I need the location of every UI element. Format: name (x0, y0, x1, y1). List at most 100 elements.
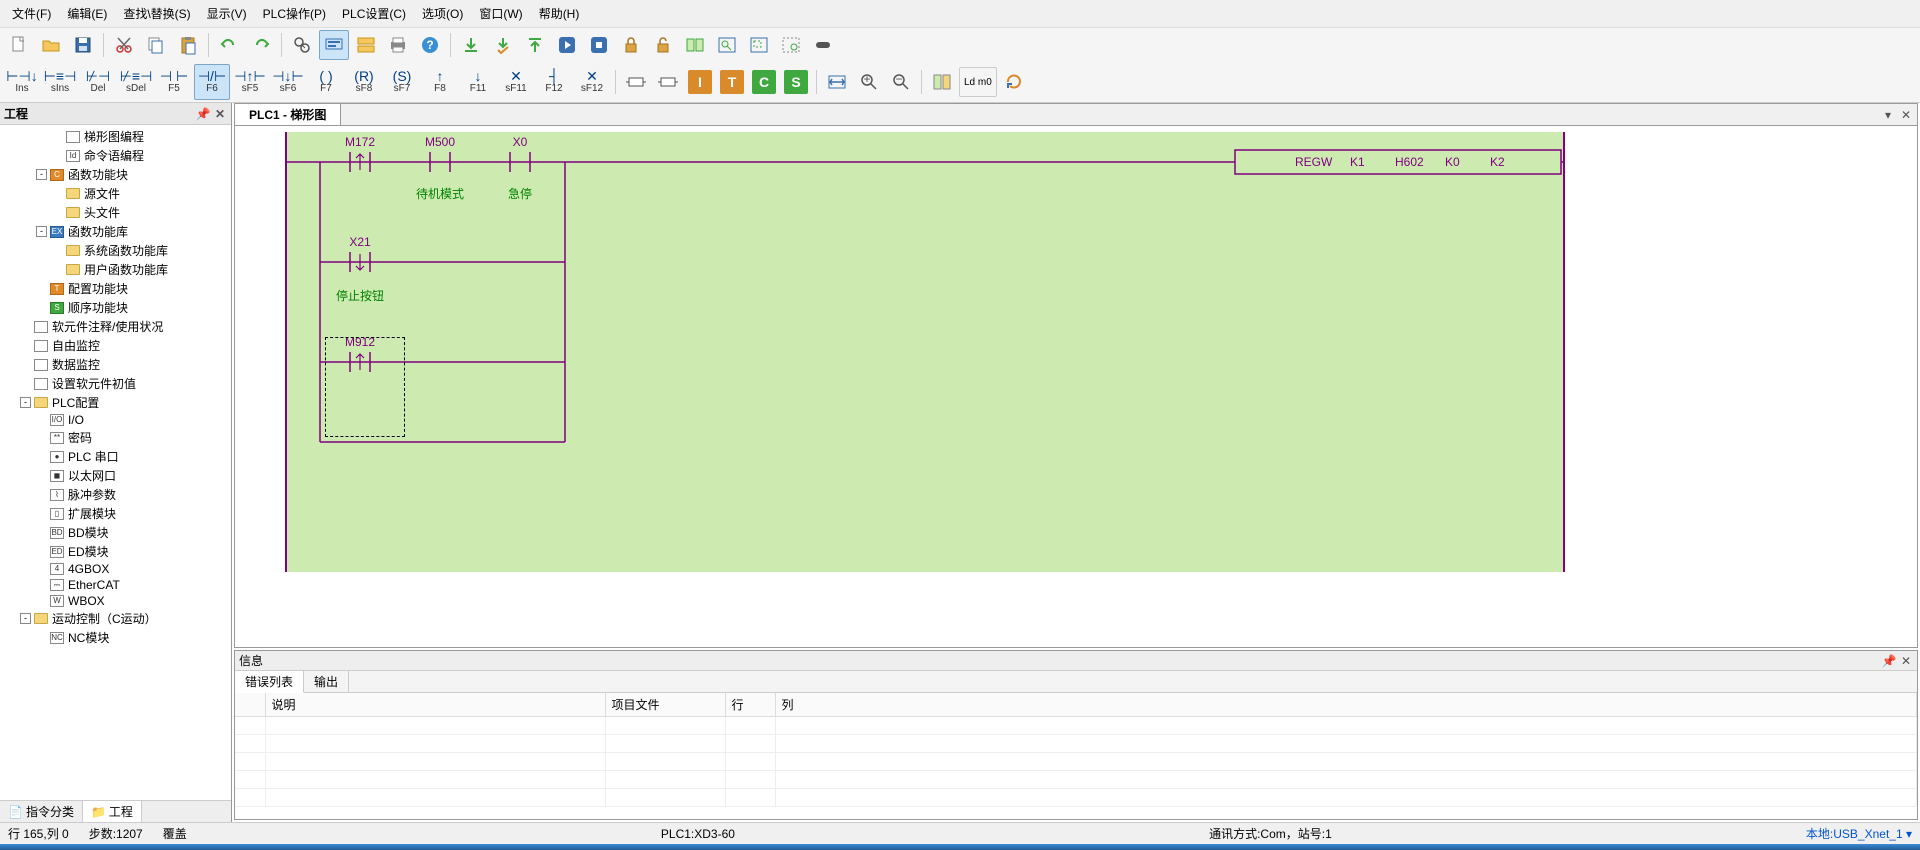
menu-help[interactable]: 帮助(H) (531, 2, 588, 25)
status-local[interactable]: 本地:USB_Xnet_1 ▾ (1806, 825, 1912, 842)
zoom-window-button[interactable] (712, 30, 742, 60)
tree-node-密码[interactable]: **密码 (0, 428, 231, 447)
tree-node-EtherCAT[interactable]: ⎓EtherCAT (0, 577, 231, 593)
menu-view[interactable]: 显示(V) (199, 2, 255, 25)
panel-pin-icon[interactable]: 📌 (196, 107, 210, 121)
tree-node-运动控制（C运动）[interactable]: -运动控制（C运动） (0, 609, 231, 628)
zoom-region-button[interactable] (744, 30, 774, 60)
menu-find[interactable]: 查找\替换(S) (115, 2, 198, 25)
editor-tab-plc1[interactable]: PLC1 - 梯形图 (235, 104, 341, 125)
info-close-icon[interactable]: ✕ (1899, 654, 1913, 668)
editor-close-icon[interactable]: ✕ (1899, 108, 1913, 122)
ladder-btn-sins[interactable]: ⊢≡⊣sIns (42, 64, 78, 100)
ladder-area[interactable]: 757 (235, 126, 1917, 647)
tree-node-PLC配置[interactable]: -PLC配置 (0, 393, 231, 412)
tree-node-梯形图编程[interactable]: 梯形图编程 (0, 127, 231, 146)
tree-node-ED模块[interactable]: EDED模块 (0, 542, 231, 561)
tree-node-BD模块[interactable]: BDBD模块 (0, 523, 231, 542)
ladder-btn-f5[interactable]: ⊣ ⊢F5 (156, 64, 192, 100)
tree-node-源文件[interactable]: 源文件 (0, 184, 231, 203)
ld-label[interactable]: Ld m0 (959, 67, 997, 97)
tree-node-函数功能库[interactable]: -EX函数功能库 (0, 222, 231, 241)
editor-dropdown-icon[interactable]: ▾ (1881, 108, 1895, 122)
menu-plc-op[interactable]: PLC操作(P) (255, 2, 334, 25)
download-check-button[interactable] (488, 30, 518, 60)
monitor-button[interactable] (319, 30, 349, 60)
tree-toggle[interactable]: - (20, 397, 31, 408)
ladder-btn-sf6[interactable]: ⊣↓⊢sF6 (270, 64, 306, 100)
tile-s[interactable]: S (781, 67, 811, 97)
lock-button[interactable] (616, 30, 646, 60)
tile-i[interactable]: I (685, 67, 715, 97)
panel-close-icon[interactable]: ✕ (213, 107, 227, 121)
open-button[interactable] (36, 30, 66, 60)
menu-file[interactable]: 文件(F) (4, 2, 59, 25)
stop-button[interactable] (584, 30, 614, 60)
menu-plc-set[interactable]: PLC设置(C) (334, 2, 414, 25)
tree-node-设置软元件初值[interactable]: 设置软元件初值 (0, 374, 231, 393)
tab-output[interactable]: 输出 (304, 671, 349, 692)
tree-node-4GBOX[interactable]: 44GBOX (0, 561, 231, 577)
ladder-diagram[interactable]: M172 M500 (285, 132, 1565, 572)
ladder-btn-del[interactable]: ⊬⊣Del (80, 64, 116, 100)
tab-project[interactable]: 📁工程 (83, 801, 142, 822)
ladder-btn-sf8[interactable]: (R)sF8 (346, 64, 382, 100)
transfer-button[interactable] (351, 30, 381, 60)
menu-options[interactable]: 选项(O) (414, 2, 471, 25)
print-button[interactable] (383, 30, 413, 60)
ladder-btn-f8[interactable]: ↑F8 (422, 64, 458, 100)
ladder-view-button[interactable] (927, 67, 957, 97)
tree-node-脉冲参数[interactable]: ⌇脉冲参数 (0, 485, 231, 504)
tree-node-PLC 串口[interactable]: ●PLC 串口 (0, 447, 231, 466)
tree-toggle[interactable]: - (36, 169, 47, 180)
upload-button[interactable] (520, 30, 550, 60)
block2-button[interactable] (653, 67, 683, 97)
tree-toggle[interactable]: - (36, 226, 47, 237)
ladder-btn-sdel[interactable]: ⊬≡⊣sDel (118, 64, 154, 100)
zoom-out-button[interactable]: − (886, 67, 916, 97)
refresh-button[interactable] (999, 67, 1029, 97)
tree-node-WBOX[interactable]: WWBOX (0, 593, 231, 609)
tree-node-自由监控[interactable]: 自由监控 (0, 336, 231, 355)
project-tree[interactable]: 梯形图编程Id命令语编程-C函数功能块源文件头文件-EX函数功能库系统函数功能库… (0, 125, 231, 800)
zoom-in-button[interactable]: + (854, 67, 884, 97)
ladder-btn-sf7[interactable]: (S)sF7 (384, 64, 420, 100)
tree-node-以太网口[interactable]: ◼以太网口 (0, 466, 231, 485)
ladder-btn-f11[interactable]: ↓F11 (460, 64, 496, 100)
run-button[interactable] (552, 30, 582, 60)
ladder-btn-sf11[interactable]: ✕sF11 (498, 64, 534, 100)
unlock-button[interactable] (648, 30, 678, 60)
tree-node-软元件注释/使用状况[interactable]: 软元件注释/使用状况 (0, 317, 231, 336)
paste-button[interactable] (173, 30, 203, 60)
ladder-btn-ins[interactable]: ⊢⊣↓Ins (4, 64, 40, 100)
menu-edit[interactable]: 编辑(E) (59, 2, 115, 25)
tile-c[interactable]: C (749, 67, 779, 97)
cut-button[interactable] (109, 30, 139, 60)
ladder-btn-f6[interactable]: ⊣/⊢F6 (194, 64, 230, 100)
ladder-btn-sf12[interactable]: ✕sF12 (574, 64, 610, 100)
tab-error-list[interactable]: 错误列表 (235, 671, 304, 693)
terminal-button[interactable] (808, 30, 838, 60)
tab-instruction-category[interactable]: 📄指令分类 (0, 801, 83, 822)
tile-t[interactable]: T (717, 67, 747, 97)
copy-button[interactable] (141, 30, 171, 60)
tree-node-配置功能块[interactable]: T配置功能块 (0, 279, 231, 298)
save-button[interactable] (68, 30, 98, 60)
block1-button[interactable] (621, 67, 651, 97)
ladder-btn-f7[interactable]: ( )F7 (308, 64, 344, 100)
tree-node-NC模块[interactable]: NCNC模块 (0, 628, 231, 647)
fit-width-button[interactable] (822, 67, 852, 97)
compare-button[interactable] (680, 30, 710, 60)
tree-node-命令语编程[interactable]: Id命令语编程 (0, 146, 231, 165)
ladder-btn-sf5[interactable]: ⊣↑⊢sF5 (232, 64, 268, 100)
find-button[interactable] (287, 30, 317, 60)
zoom-area-button[interactable] (776, 30, 806, 60)
tree-toggle[interactable]: - (20, 613, 31, 624)
tree-node-扩展模块[interactable]: ▯扩展模块 (0, 504, 231, 523)
info-pin-icon[interactable]: 📌 (1882, 654, 1896, 668)
tree-node-系统函数功能库[interactable]: 系统函数功能库 (0, 241, 231, 260)
undo-button[interactable] (214, 30, 244, 60)
tree-node-I/O[interactable]: I/OI/O (0, 412, 231, 428)
error-list-grid[interactable]: 说明 项目文件 行 列 (235, 693, 1917, 819)
tree-node-用户函数功能库[interactable]: 用户函数功能库 (0, 260, 231, 279)
